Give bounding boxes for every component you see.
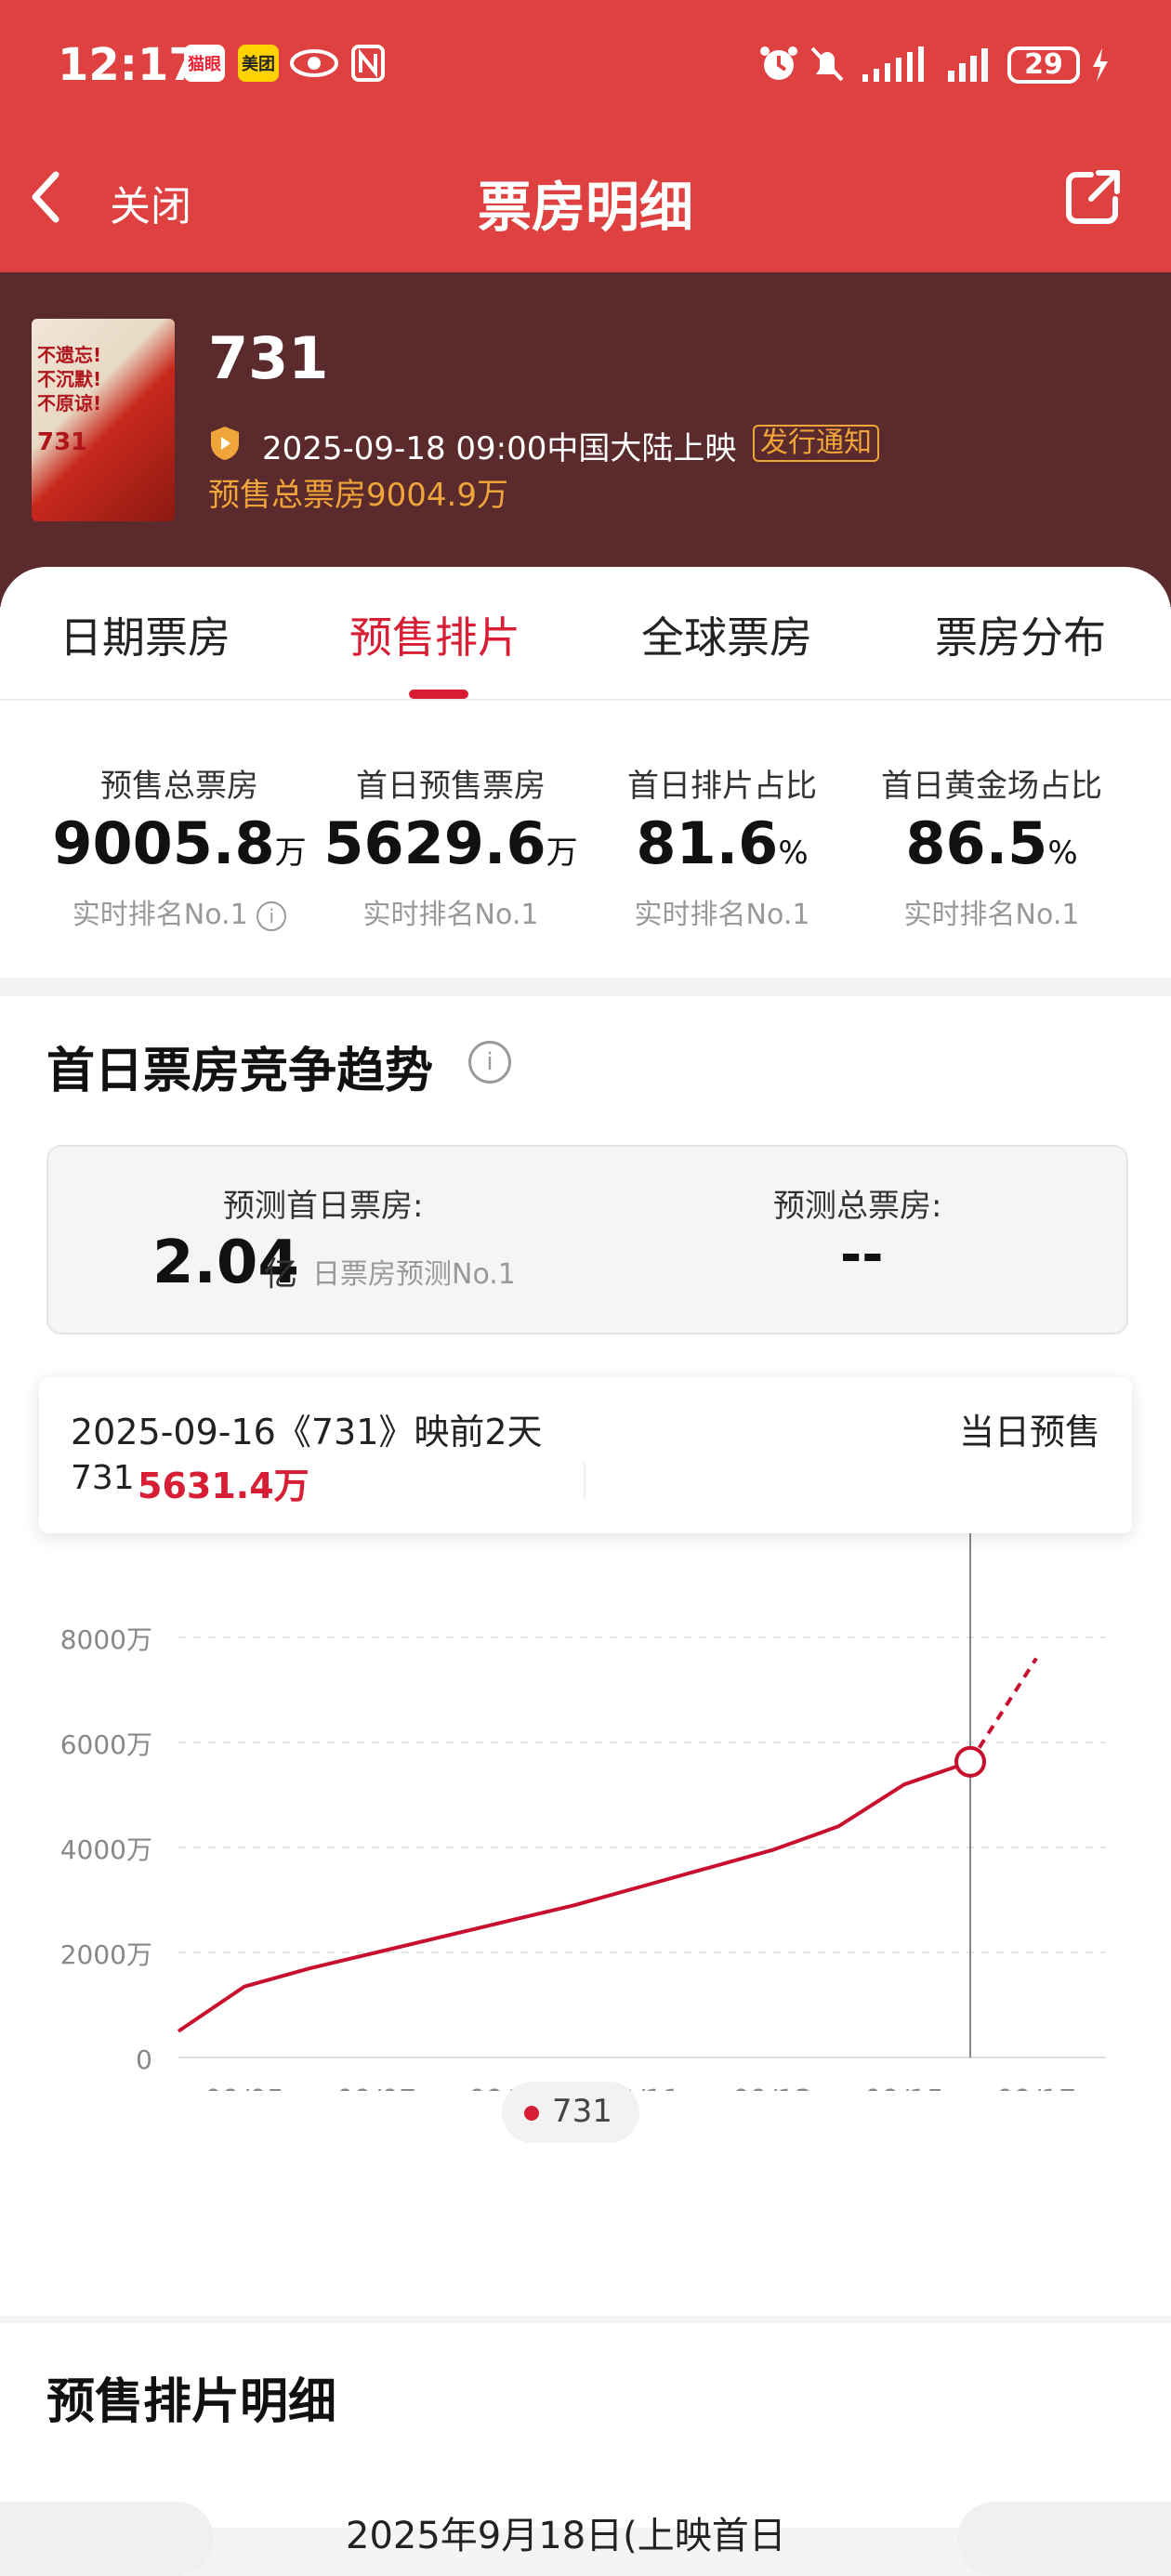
section-title: 预售排片明细 (46, 2374, 337, 2430)
x-tick-label: 09/17 (996, 2084, 1076, 2091)
stat-presale-total: 预售总票房 9005.8万 实时排名No.1 i (45, 760, 314, 932)
tab-daily-boxoffice[interactable]: 日期票房 (59, 604, 230, 665)
poster-slogan: 不遗忘!不沉默!不原谅! (37, 344, 102, 414)
page-title: 票房明细 (477, 176, 693, 239)
stat-value: 5629.6 (323, 809, 546, 877)
stat-unit: 万 (274, 835, 307, 872)
charging-icon (1093, 48, 1108, 82)
movie-title: 731 (208, 324, 329, 392)
tab-global-boxoffice[interactable]: 全球票房 (641, 604, 812, 665)
chart-legend[interactable]: 731 (502, 2082, 639, 2143)
section-title: 首日票房竞争趋势 (46, 1044, 434, 1099)
legend-label: 731 (552, 2093, 612, 2130)
y-tick-label: 2000万 (60, 1939, 152, 1970)
detail-date: 2025年9月18日(上映首日 (346, 2515, 786, 2557)
nfc-icon (351, 45, 385, 82)
tooltip-type: 当日预售 (959, 1412, 1101, 1452)
y-tick-label: 8000万 (60, 1624, 152, 1655)
stat-rank: 实时排名No.1 (903, 899, 1080, 931)
movie-poster[interactable]: 不遗忘!不沉默!不原谅! 731 (32, 319, 175, 521)
stat-label: 首日黄金场占比 (881, 768, 1102, 805)
date-chip-next[interactable] (957, 2502, 1171, 2576)
date-chip-prev[interactable] (0, 2502, 214, 2576)
stat-value: 9005.8 (52, 809, 275, 877)
stat-rank: 实时排名No.1 (634, 899, 810, 931)
mute-bell-icon (810, 46, 844, 82)
tab-presale-schedule[interactable]: 预售排片 (349, 604, 520, 665)
stat-label: 首日预售票房 (356, 768, 546, 805)
stat-first-day-presale: 首日预售票房 5629.6万 实时排名No.1 (316, 760, 586, 932)
prediction-box: 预测首日票房: 2.04 亿 日票房预测No.1 预测总票房: -- (46, 1145, 1128, 1334)
shield-icon (211, 427, 239, 460)
presale-detail-section: 预售排片明细 2025年9月18日(上映首日 (0, 2323, 1171, 2576)
release-date: 2025-09-18 09:00中国大陆上映 (262, 430, 737, 467)
x-tick-label: 09/13 (732, 2084, 812, 2091)
series-line-forecast (968, 1657, 1038, 1763)
stat-unit: % (778, 835, 809, 872)
tooltip-value: 5631.4万 (138, 1465, 309, 1506)
predict-total-value: -- (840, 1225, 884, 1285)
legend-dot (524, 2106, 539, 2121)
stat-label: 首日排片占比 (627, 768, 817, 805)
active-tab-indicator (409, 690, 468, 699)
x-tick-label: 09/07 (336, 2084, 416, 2091)
stat-first-day-prime-ratio: 首日黄金场占比 86.5% 实时排名No.1 (857, 760, 1126, 932)
tab-boxoffice-distribution[interactable]: 票房分布 (935, 604, 1106, 665)
tooltip-date: 2025-09-16《731》映前2天 (71, 1412, 543, 1452)
alarm-icon (760, 46, 797, 80)
poster-label: 731 (37, 428, 88, 456)
x-tick-label: 09/15 (864, 2084, 944, 2091)
signal-icon-2 (948, 48, 988, 82)
signal-icon-1 (862, 46, 924, 82)
y-tick-label: 4000万 (60, 1834, 152, 1865)
tab-divider (0, 699, 1171, 701)
highlight-point (954, 1745, 986, 1778)
series-line (177, 1759, 971, 2033)
x-tick-label: 09/05 (204, 2084, 284, 2091)
stat-unit: % (1047, 835, 1078, 872)
predict-first-day-label: 预测首日票房: (223, 1188, 424, 1225)
share-icon[interactable] (1063, 167, 1123, 227)
stat-rank: 实时排名No.1 (72, 899, 248, 931)
tooltip-series-name: 731 (71, 1459, 135, 1497)
header-bar: 12:17 猫眼 美团 29 关闭 票房明细 (0, 0, 1171, 272)
first-day-trend-section: 首日票房竞争趋势 i 预测首日票房: 2.04 亿 日票房预测No.1 预测总票… (0, 996, 1171, 2316)
meituan-app-icon: 美团 (238, 45, 279, 82)
tooltip-divider (584, 1463, 586, 1500)
info-icon[interactable]: i (468, 1041, 511, 1084)
stat-value: 81.6 (636, 809, 779, 877)
movie-info: 不遗忘!不沉默!不原谅! 731 731 2025-09-18 09:00中国大… (0, 272, 1171, 607)
status-time: 12:17 (58, 39, 200, 91)
predict-first-day-unit: 亿 (264, 1255, 298, 1294)
info-icon[interactable]: i (257, 900, 287, 931)
stat-value: 86.5 (905, 809, 1048, 877)
stat-label: 预售总票房 (100, 768, 258, 805)
predict-total-label: 预测总票房: (773, 1188, 942, 1225)
y-tick-label: 0 (136, 2044, 152, 2075)
stat-unit: 万 (546, 835, 578, 872)
battery-icon: 29 (1007, 46, 1080, 84)
y-tick-label: 6000万 (60, 1729, 152, 1760)
maoyan-app-icon: 猫眼 (184, 45, 225, 82)
eye-icon (290, 49, 338, 77)
stats-card: 日期票房 预售排片 全球票房 票房分布 预售总票房 9005.8万 实时排名No… (0, 567, 1171, 978)
trend-line-chart[interactable]: 02000万4000万6000万8000万09/0509/0709/0909/1… (0, 1533, 1171, 2091)
stat-first-day-schedule-ratio: 首日排片占比 81.6% 实时排名No.1 (587, 760, 857, 932)
presale-total: 预售总票房9004.9万 (208, 477, 508, 514)
release-notice-badge[interactable]: 发行通知 (753, 425, 879, 462)
predict-first-day-rank: 日票房预测No.1 (312, 1258, 516, 1291)
chart-tooltip: 2025-09-16《731》映前2天 当日预售 731 5631.4万 (39, 1377, 1132, 1533)
stat-rank: 实时排名No.1 (362, 899, 539, 931)
